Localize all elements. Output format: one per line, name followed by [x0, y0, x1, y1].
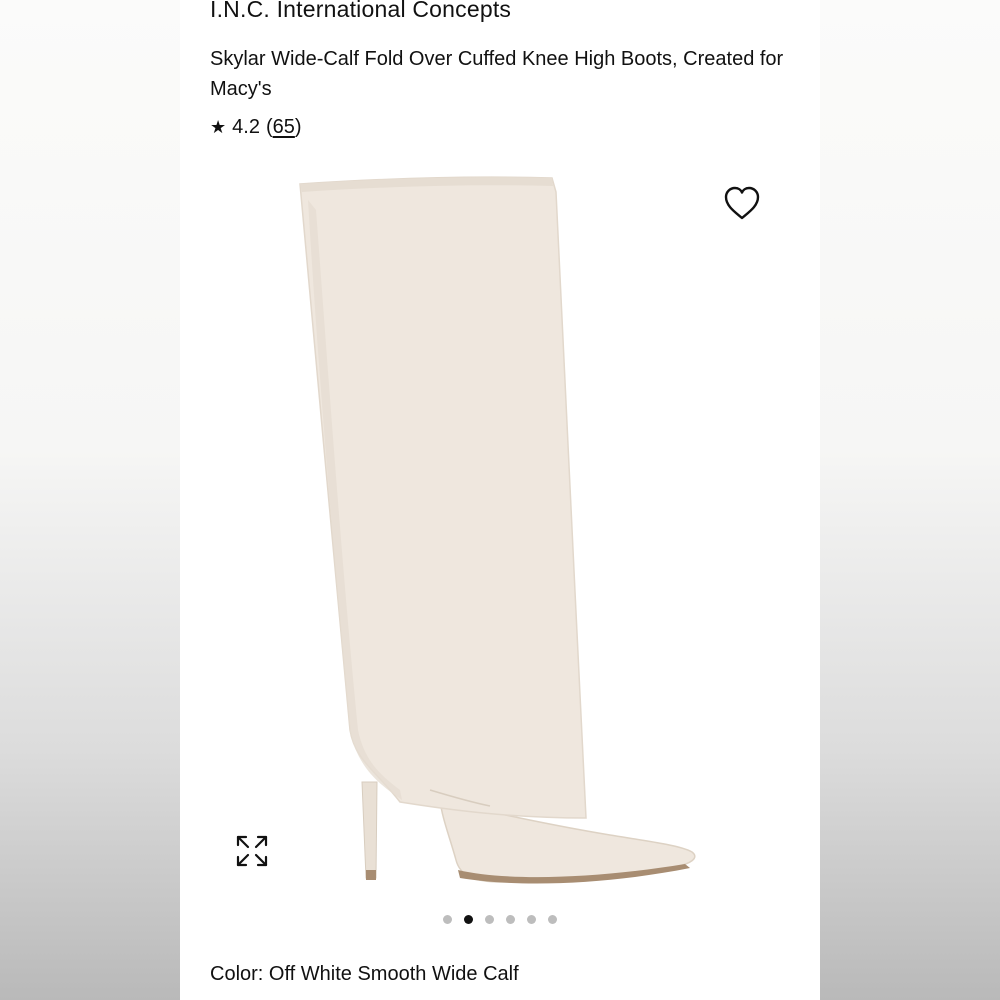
carousel-dot-1[interactable]	[443, 915, 452, 924]
color-label: Color:	[210, 963, 264, 985]
product-title: Skylar Wide-Calf Fold Over Cuffed Knee H…	[210, 48, 784, 100]
review-close-paren: )	[294, 116, 302, 138]
color-value: Off White Smooth Wide Calf	[268, 963, 519, 985]
boot-shaft	[299, 176, 587, 819]
review-open-paren: (	[265, 116, 273, 138]
star-icon: ★	[210, 117, 227, 137]
product-rating: ★ 4.2 (65)	[210, 116, 302, 139]
carousel-pagination	[180, 915, 820, 924]
rating-value: 4.2	[232, 116, 260, 138]
review-count-link[interactable]: 65	[273, 116, 295, 138]
carousel-dot-4[interactable]	[506, 915, 515, 924]
expand-arrows-icon[interactable]	[234, 833, 270, 869]
review-count-wrapper: (65)	[266, 116, 302, 139]
carousel-dot-2-active[interactable]	[464, 915, 473, 924]
carousel-dot-3[interactable]	[485, 915, 494, 924]
product-image-boot[interactable]	[280, 170, 720, 890]
right-blurred-backdrop	[820, 0, 1000, 1000]
left-blurred-backdrop	[0, 0, 180, 1000]
product-panel: I.N.C. International Concepts Skylar Wid…	[180, 0, 820, 1000]
carousel-dot-6[interactable]	[548, 915, 557, 924]
carousel-dot-5[interactable]	[527, 915, 536, 924]
heart-outline-icon[interactable]	[722, 184, 762, 224]
boot-heel-tip	[366, 870, 376, 880]
selected-color: Color: Off White Smooth Wide Calf	[210, 963, 519, 986]
boot-heel	[361, 781, 378, 879]
brand-name[interactable]: I.N.C. International Concepts	[210, 0, 511, 23]
